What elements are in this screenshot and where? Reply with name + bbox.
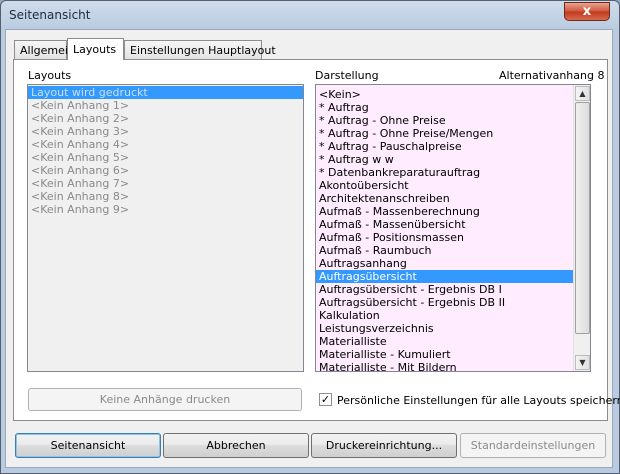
layouts-list-item[interactable]: <Kein Anhang 6> bbox=[28, 164, 303, 177]
darstellung-list-item[interactable]: Auftragsübersicht bbox=[316, 270, 573, 283]
layouts-listbox[interactable]: Layout wird gedruckt <Kein Anhang 1> <Kein… bbox=[27, 84, 304, 372]
layouts-list-item[interactable]: Layout wird gedruckt bbox=[28, 86, 303, 99]
close-button[interactable]: x bbox=[564, 2, 610, 21]
darstellung-list-item[interactable]: * Auftrag - Ohne Preise bbox=[316, 114, 573, 127]
darstellung-listbox[interactable]: Materialliste - Mit Bildern Materialliste… bbox=[315, 84, 591, 372]
layouts-list-item[interactable]: <Kein Anhang 7> bbox=[28, 177, 303, 190]
persoenliche-einstellungen-checkbox[interactable]: ✓ bbox=[319, 393, 332, 406]
layouts-list-item[interactable]: <Kein Anhang 4> bbox=[28, 138, 303, 151]
alternativanhang-info: Alternativanhang 8 bbox=[499, 69, 605, 82]
darstellung-list-item[interactable]: Auftragsanhang bbox=[316, 257, 573, 270]
title-bar[interactable]: Seitenansicht x bbox=[1, 1, 619, 31]
darstellung-list-item[interactable]: * Auftrag bbox=[316, 101, 573, 114]
darstellung-list-item[interactable]: Architektenanschreiben bbox=[316, 192, 573, 205]
tab-layouts[interactable]: Layouts bbox=[67, 38, 124, 60]
tab-einstellungen-hauptlayout[interactable]: Einstellungen Hauptlayout bbox=[124, 40, 276, 59]
darstellung-list-item[interactable]: Aufmaß - Massenberechnung bbox=[316, 205, 573, 218]
layouts-list-item[interactable]: <Kein Anhang 3> bbox=[28, 125, 303, 138]
persoenliche-einstellungen-label: Persönliche Einstellungen für alle Layou… bbox=[337, 394, 620, 407]
darstellung-list-item[interactable]: <Kein> bbox=[316, 88, 573, 101]
layouts-list-item[interactable]: <Kein Anhang 9> bbox=[28, 203, 303, 216]
darstellung-list-item[interactable]: * Auftrag w w bbox=[316, 153, 573, 166]
scroll-up-icon[interactable]: ▲ bbox=[575, 86, 590, 101]
window-title: Seitenansicht bbox=[9, 8, 91, 22]
darstellung-list-item[interactable]: Materialliste - Mit Bildern bbox=[316, 361, 573, 371]
seitenansicht-button[interactable]: Seitenansicht bbox=[15, 433, 161, 458]
darstellung-list-item[interactable]: Materialliste bbox=[316, 335, 573, 348]
darstellung-list-item[interactable]: Leistungsverzeichnis bbox=[316, 322, 573, 335]
layouts-list-item[interactable]: <Kein Anhang 1> bbox=[28, 99, 303, 112]
tab-allgemein[interactable]: Allgemein bbox=[14, 40, 75, 59]
darstellung-list-item[interactable]: * Auftrag - Ohne Preise/Mengen bbox=[316, 127, 573, 140]
darstellung-scrollbar[interactable]: ▲ ▼ bbox=[573, 85, 590, 371]
layouts-list-item[interactable]: <Kein Anhang 5> bbox=[28, 151, 303, 164]
darstellung-list-item[interactable]: Materialliste - Kumuliert bbox=[316, 348, 573, 361]
darstellung-list-item[interactable]: * Auftrag - Pauschalpreise bbox=[316, 140, 573, 153]
darstellung-list-item[interactable]: Aufmaß - Raumbuch bbox=[316, 244, 573, 257]
scroll-down-icon[interactable]: ▼ bbox=[575, 355, 590, 370]
darstellung-list-item[interactable]: * Datenbankreparaturauftrag bbox=[316, 166, 573, 179]
darstellung-list-item[interactable]: Akontoübersicht bbox=[316, 179, 573, 192]
darstellung-label: Darstellung bbox=[315, 69, 379, 82]
keine-anhaenge-drucken-button[interactable]: Keine Anhänge drucken bbox=[28, 388, 302, 411]
keine-anhaenge-drucken-label: Keine Anhänge drucken bbox=[99, 393, 231, 406]
druckereinrichtung-button[interactable]: Druckereinrichtung... bbox=[311, 433, 457, 458]
darstellung-list-item[interactable]: Auftragsübersicht - Ergebnis DB II bbox=[316, 296, 573, 309]
scroll-thumb[interactable] bbox=[575, 102, 590, 334]
darstellung-list-item[interactable]: Auftragsübersicht - Ergebnis DB I bbox=[316, 283, 573, 296]
darstellung-list-item[interactable]: Kalkulation bbox=[316, 309, 573, 322]
standardeinstellungen-button[interactable]: Standardeinstellungen bbox=[460, 433, 606, 458]
abbrechen-button[interactable]: Abbrechen bbox=[163, 433, 309, 458]
layouts-label: Layouts bbox=[28, 69, 72, 82]
darstellung-list-item[interactable]: Aufmaß - Positionsmassen bbox=[316, 231, 573, 244]
layouts-list-item[interactable]: <Kein Anhang 8> bbox=[28, 190, 303, 203]
layouts-list-item[interactable]: <Kein Anhang 2> bbox=[28, 112, 303, 125]
darstellung-list-item[interactable]: Aufmaß - Massenübersicht bbox=[316, 218, 573, 231]
